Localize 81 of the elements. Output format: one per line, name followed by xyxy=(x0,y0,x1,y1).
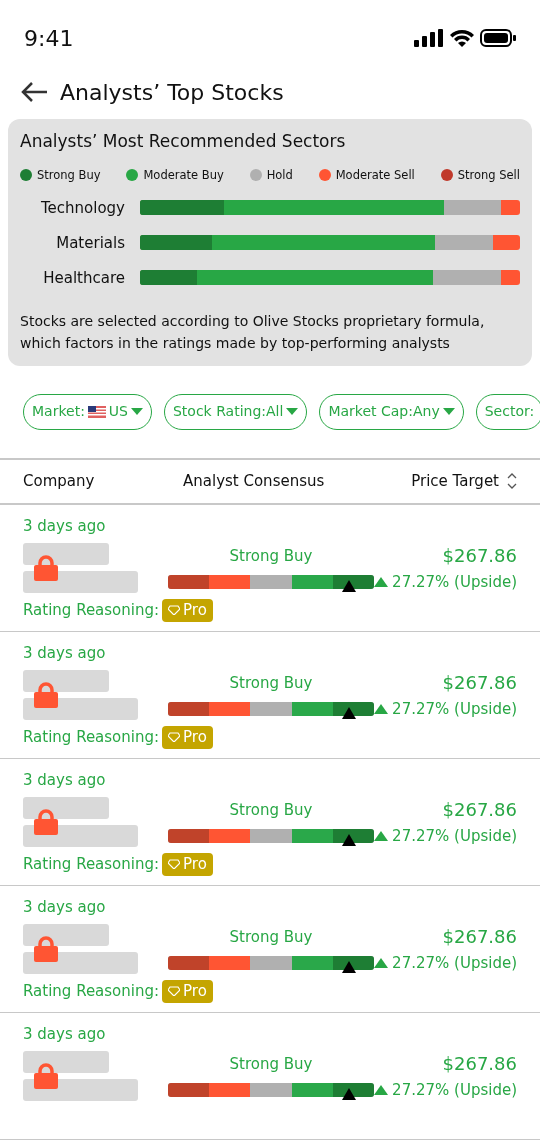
rating-segment xyxy=(209,574,251,589)
page-title: Analysts’ Top Stocks xyxy=(60,78,284,107)
price-target: $267.86 xyxy=(442,1052,517,1075)
rating-segment xyxy=(209,1082,251,1097)
rating-segment xyxy=(291,574,333,589)
rating-segment xyxy=(332,574,374,589)
price-target: $267.86 xyxy=(442,544,517,567)
consensus-rating: Strong Buy xyxy=(229,546,313,565)
rating-segment xyxy=(168,828,210,843)
rating-segment xyxy=(291,828,333,843)
rating-segment xyxy=(168,1082,210,1097)
sector-name: Technology xyxy=(39,199,126,216)
rating-segment xyxy=(168,701,210,716)
diamond-icon xyxy=(168,986,181,997)
upside-percent: 27.27% (Upside) xyxy=(392,1080,517,1099)
caret-icon xyxy=(131,407,143,416)
diamond-icon xyxy=(168,605,181,616)
up-triangle-icon xyxy=(374,830,389,841)
rating-segment xyxy=(209,828,251,843)
rating-segment xyxy=(291,701,333,716)
diamond-icon xyxy=(168,859,181,870)
sector-name: Healthcare xyxy=(42,269,126,286)
rating-segment xyxy=(332,955,374,970)
upside-percent: 27.27% (Upside) xyxy=(392,953,517,972)
upside-percent: 27.27% (Upside) xyxy=(392,699,517,718)
wifi-icon xyxy=(450,29,474,47)
up-triangle-icon xyxy=(374,576,389,587)
update-time: 3 days ago xyxy=(23,770,107,789)
up-triangle-icon xyxy=(374,957,389,968)
flag-icon xyxy=(87,405,106,418)
legend-label: Hold xyxy=(266,166,293,184)
pro-badge[interactable]: Pro xyxy=(162,979,213,1003)
sort-icon xyxy=(507,473,517,490)
signal-icon xyxy=(414,29,444,47)
up-triangle-icon xyxy=(374,703,389,714)
battery-icon xyxy=(480,29,516,47)
up-triangle-icon xyxy=(374,1084,389,1095)
rating-segment xyxy=(332,701,374,716)
update-time: 3 days ago xyxy=(23,897,107,916)
rating-reasoning-label: Rating Reasoning: xyxy=(23,727,160,748)
legend-label: Strong Buy xyxy=(37,166,101,184)
consensus-rating: Strong Buy xyxy=(229,800,313,819)
price-target-sort[interactable]: Price Target xyxy=(363,470,517,493)
column-header: Company xyxy=(23,471,96,492)
pro-badge[interactable]: Pro xyxy=(162,725,213,749)
price-target: $267.86 xyxy=(442,798,517,821)
rating-segment xyxy=(209,701,251,716)
caret-icon xyxy=(442,407,455,416)
consensus-rating: Strong Buy xyxy=(229,1054,313,1073)
update-time: 3 days ago xyxy=(23,516,107,535)
upside-percent: 27.27% (Upside) xyxy=(392,826,517,845)
diamond-icon xyxy=(168,732,181,743)
pro-badge[interactable]: Pro xyxy=(162,598,213,622)
legend-label: Moderate Buy xyxy=(143,166,224,184)
methodology-note: Stocks are selected according to Olive Stocks proprietary formula, which factors in the ratings made by top-performing analysts xyxy=(20,311,486,353)
legend-label: Strong Sell xyxy=(457,166,520,184)
rating-segment xyxy=(291,1082,333,1097)
rating-segment xyxy=(291,955,333,970)
price-target: $267.86 xyxy=(442,925,517,948)
back-button[interactable] xyxy=(20,81,48,103)
pro-badge[interactable]: Pro xyxy=(162,852,213,876)
update-time: 3 days ago xyxy=(23,1024,107,1043)
rating-segment xyxy=(209,955,251,970)
consensus-rating: Strong Buy xyxy=(229,927,313,946)
consensus-rating: Strong Buy xyxy=(229,673,313,692)
rating-segment xyxy=(332,1082,374,1097)
rating-segment xyxy=(332,828,374,843)
update-time: 3 days ago xyxy=(23,643,107,662)
legend-label: Moderate Sell xyxy=(335,166,415,184)
column-header: Analyst Consensus xyxy=(183,471,326,492)
rating-reasoning-label: Rating Reasoning: xyxy=(23,600,160,621)
sector-name: Materials xyxy=(55,234,126,251)
status-time: 9:41 xyxy=(24,24,74,53)
rating-segment xyxy=(168,955,210,970)
upside-percent: 27.27% (Upside) xyxy=(392,572,517,591)
price-target: $267.86 xyxy=(442,671,517,694)
rating-reasoning-label: Rating Reasoning: xyxy=(23,981,160,1002)
rating-segment xyxy=(168,574,210,589)
rating-reasoning-label: Rating Reasoning: xyxy=(23,854,160,875)
caret-icon xyxy=(286,407,299,416)
card-title: Analysts’ Most Recommended Sectors xyxy=(20,130,347,153)
